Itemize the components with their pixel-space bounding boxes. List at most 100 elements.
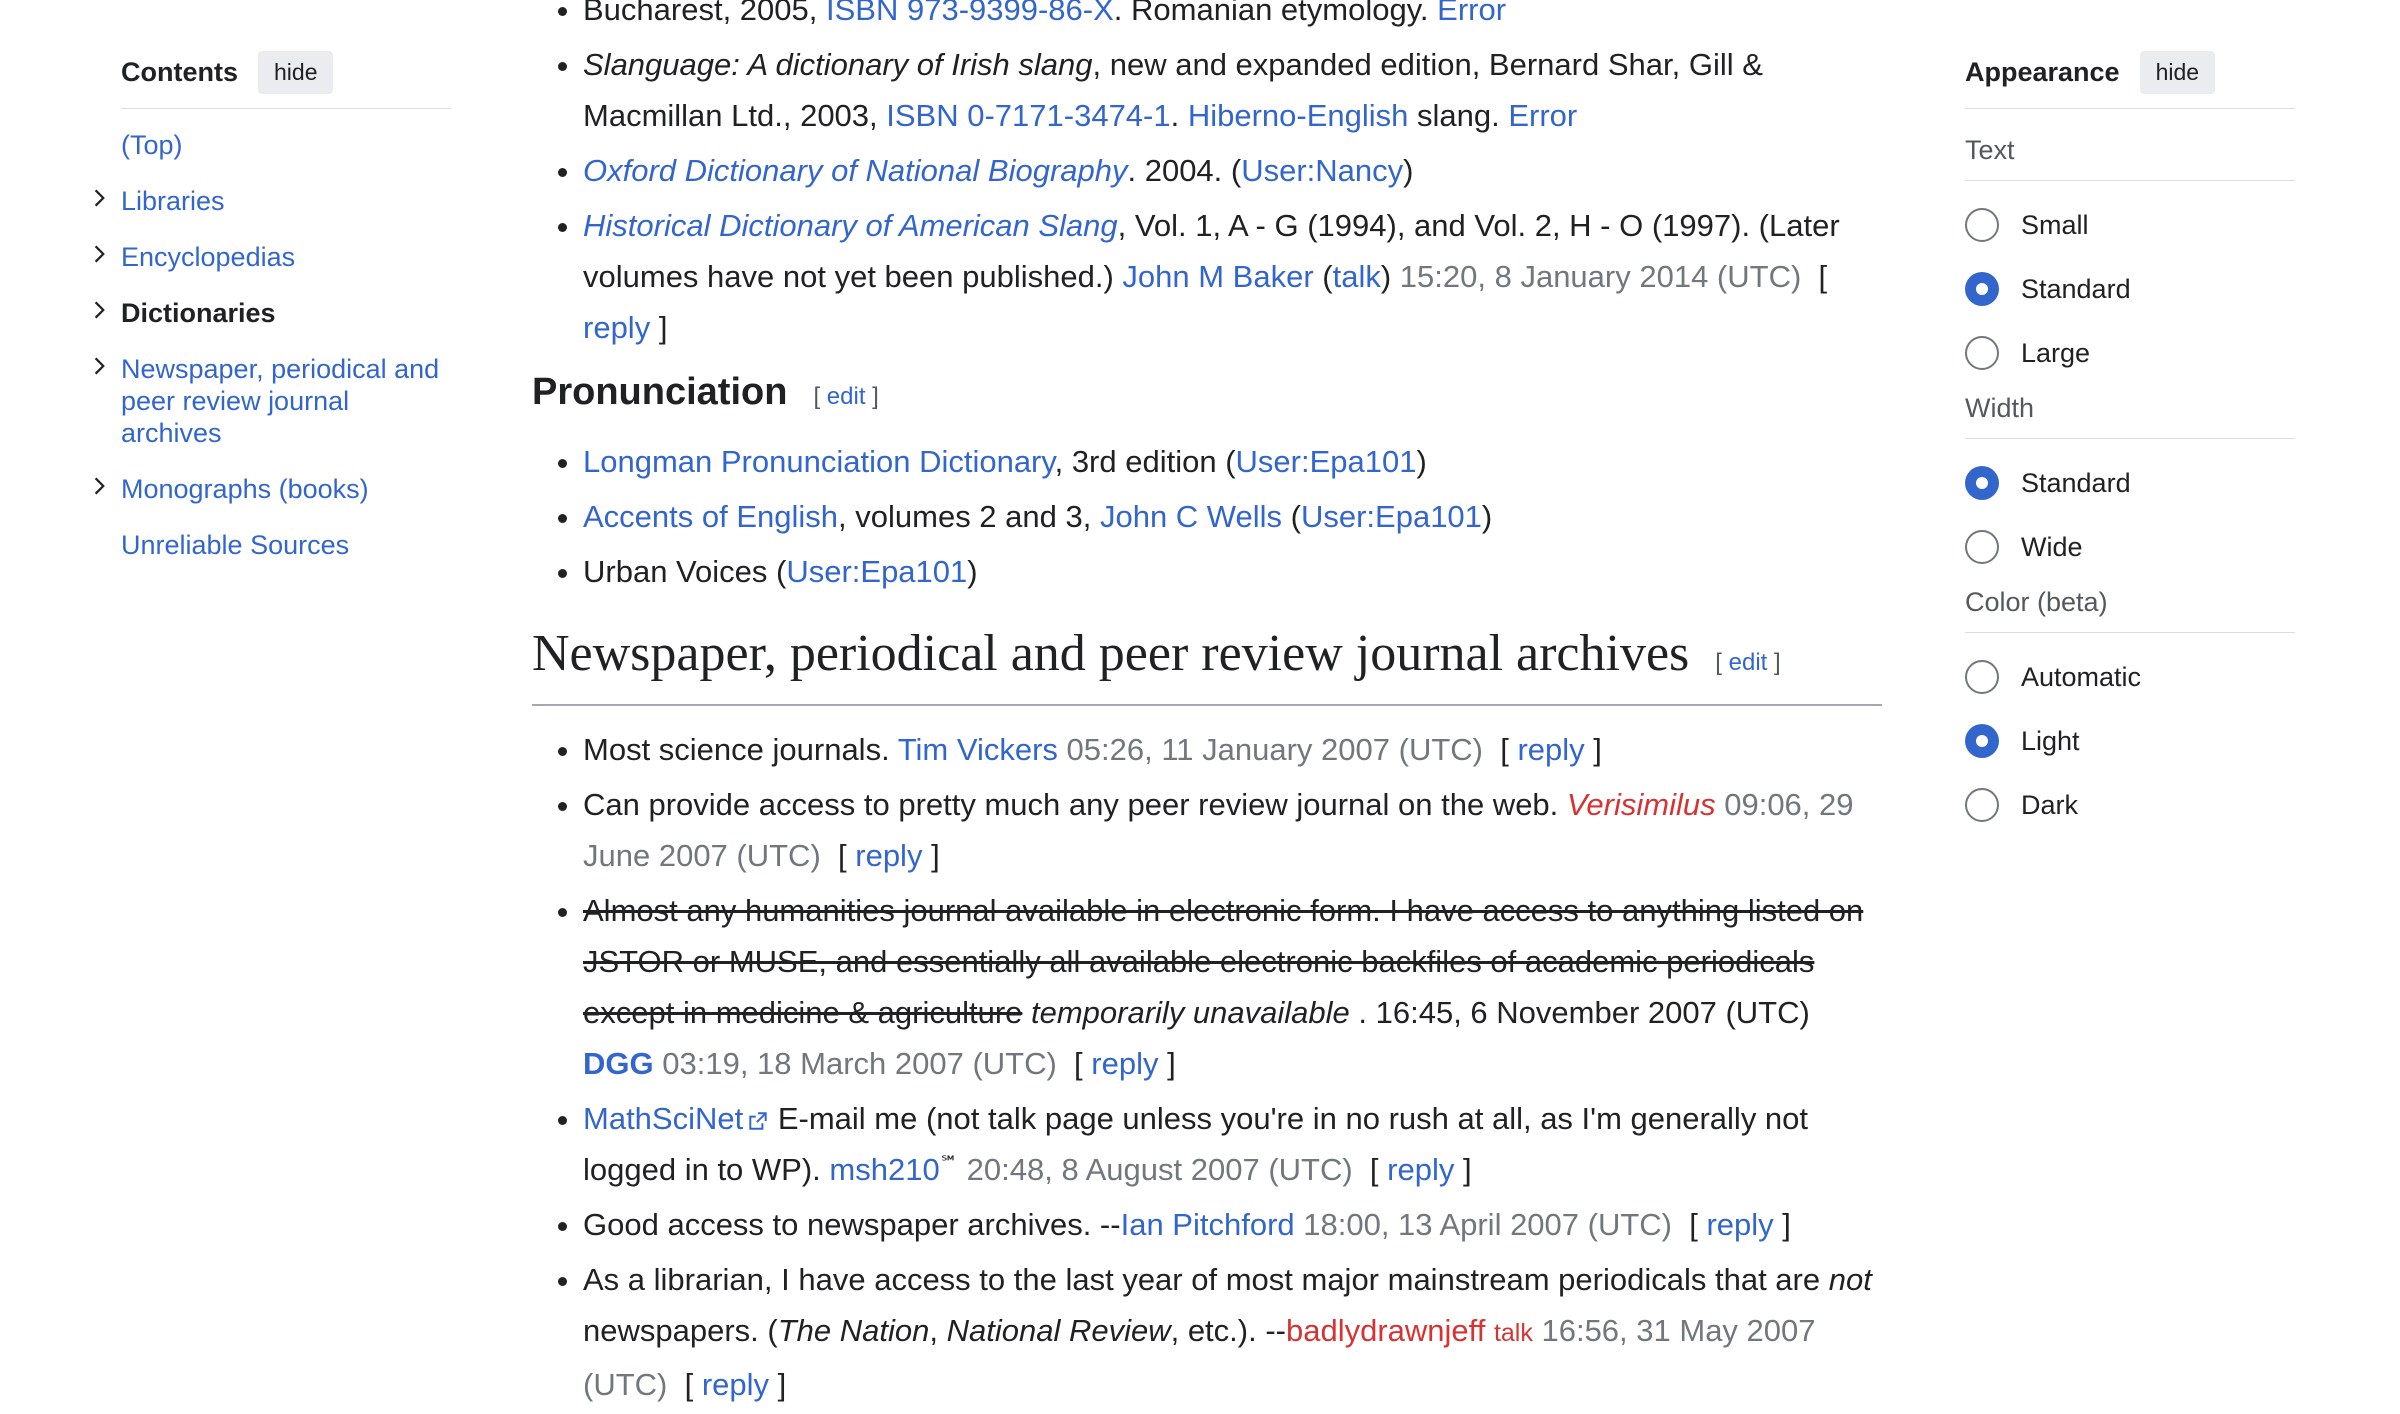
toc-item-label[interactable]: Encyclopedias bbox=[121, 242, 295, 272]
newspaper-list: Most science journals. Tim Vickers 05:26… bbox=[532, 724, 1882, 1410]
author-link[interactable]: John C Wells bbox=[1100, 499, 1282, 534]
toc-title: Contents bbox=[121, 56, 238, 87]
radio-button[interactable] bbox=[1965, 336, 1999, 370]
section-heading-pronunciation: Pronunciation [ edit ] bbox=[532, 367, 1882, 422]
toc-item-label[interactable]: Monographs (books) bbox=[121, 474, 369, 504]
chevron-right-icon[interactable] bbox=[89, 355, 111, 377]
text: ) bbox=[967, 554, 978, 589]
list-item: Historical Dictionary of American Slang,… bbox=[583, 200, 1882, 353]
service-mark: ℠ bbox=[939, 1152, 959, 1173]
reply-button[interactable]: reply bbox=[1091, 1046, 1158, 1081]
user-link[interactable]: Ian Pitchford bbox=[1121, 1207, 1295, 1242]
edit-link[interactable]: edit bbox=[1729, 649, 1768, 676]
pronunciation-list: Longman Pronunciation Dictionary, 3rd ed… bbox=[532, 436, 1882, 597]
radio-option[interactable]: Dark bbox=[1965, 773, 2295, 837]
toc-item-label[interactable]: Unreliable Sources bbox=[121, 530, 349, 560]
toc-hide-button[interactable]: hide bbox=[258, 50, 334, 94]
radio-button[interactable] bbox=[1965, 530, 1999, 564]
user-link[interactable]: John M Baker bbox=[1122, 259, 1313, 294]
toc-item-newspaper[interactable]: Newspaper, periodical and peer review jo… bbox=[94, 353, 451, 449]
user-link[interactable]: User:Epa101 bbox=[1301, 499, 1482, 534]
text: . 16:45, 6 November 2007 (UTC) bbox=[1349, 995, 1810, 1030]
toc-item-label[interactable]: Libraries bbox=[121, 186, 225, 216]
odnb-link[interactable]: Oxford Dictionary of National Biography bbox=[583, 153, 1127, 188]
radio-option[interactable]: Light bbox=[1965, 709, 2295, 773]
timestamp: 20:48, 8 August 2007 (UTC) bbox=[958, 1152, 1353, 1187]
toc-item-top[interactable]: (Top) bbox=[121, 129, 451, 161]
toc-item-monographs[interactable]: Monographs (books) bbox=[94, 473, 451, 505]
italic-text: National Review bbox=[946, 1313, 1171, 1348]
toc-list: (Top) Libraries Encyclopedias Dictionari… bbox=[94, 129, 451, 561]
hdas-link[interactable]: Historical Dictionary of American Slang bbox=[583, 208, 1118, 243]
heading-text: Pronunciation bbox=[532, 371, 788, 413]
italic-text: not bbox=[1828, 1262, 1872, 1297]
user-link[interactable]: Verisimilus bbox=[1567, 787, 1716, 822]
user-link[interactable]: User:Nancy bbox=[1241, 153, 1403, 188]
toc-item-label[interactable]: Dictionaries bbox=[121, 298, 276, 328]
toc-item-encyclopedias[interactable]: Encyclopedias bbox=[94, 241, 451, 273]
toc-item-label[interactable]: (Top) bbox=[121, 130, 183, 160]
user-link[interactable]: Tim Vickers bbox=[898, 732, 1058, 767]
reply-button[interactable]: reply bbox=[1706, 1207, 1773, 1242]
radio-option[interactable]: Small bbox=[1965, 193, 2295, 257]
appearance-hide-button[interactable]: hide bbox=[2139, 50, 2216, 94]
isbn-link[interactable]: ISBN 0-7171-3474-1 bbox=[886, 98, 1170, 133]
user-name[interactable]: Verisimilus bbox=[1567, 787, 1716, 822]
reply-button[interactable]: reply bbox=[702, 1367, 769, 1402]
radio-option[interactable]: Standard bbox=[1965, 257, 2295, 321]
reply-button[interactable]: reply bbox=[855, 838, 922, 873]
radio-button[interactable] bbox=[1965, 788, 1999, 822]
width-group: Standard Wide bbox=[1965, 451, 2295, 579]
italic-text: temporarily unavailable bbox=[1022, 995, 1350, 1030]
chevron-right-icon[interactable] bbox=[89, 187, 111, 209]
radio-button[interactable] bbox=[1965, 466, 1999, 500]
user-link[interactable]: badlydrawnjeff bbox=[1286, 1313, 1485, 1348]
chevron-right-icon[interactable] bbox=[89, 243, 111, 265]
text: Can provide access to pretty much any pe… bbox=[583, 787, 1567, 822]
book-title[interactable]: Oxford Dictionary of National Biography bbox=[583, 153, 1127, 188]
error-link[interactable]: Error bbox=[1508, 98, 1577, 133]
longman-link[interactable]: Longman Pronunciation Dictionary bbox=[583, 444, 1055, 479]
hiberno-english-link[interactable]: Hiberno-English bbox=[1188, 98, 1409, 133]
user-link[interactable]: msh210 bbox=[829, 1152, 939, 1187]
radio-button[interactable] bbox=[1965, 208, 1999, 242]
user-link[interactable]: User:Epa101 bbox=[786, 554, 967, 589]
list-item: Longman Pronunciation Dictionary, 3rd ed… bbox=[583, 436, 1882, 487]
timestamp: 15:20, 8 January 2014 (UTC) bbox=[1399, 259, 1802, 294]
isbn-link[interactable]: ISBN 973-9399-86-X bbox=[826, 0, 1114, 27]
radio-button[interactable] bbox=[1965, 724, 1999, 758]
text: ) bbox=[1403, 153, 1414, 188]
chevron-right-icon[interactable] bbox=[89, 299, 111, 321]
radio-option[interactable]: Large bbox=[1965, 321, 2295, 385]
book-title[interactable]: Historical Dictionary of American Slang bbox=[583, 208, 1118, 243]
reply-button[interactable]: reply bbox=[1387, 1152, 1454, 1187]
radio-option[interactable]: Automatic bbox=[1965, 645, 2295, 709]
toc-item-unreliable-sources[interactable]: Unreliable Sources bbox=[121, 529, 451, 561]
error-link[interactable]: Error bbox=[1437, 0, 1506, 27]
user-link[interactable]: User:Epa101 bbox=[1236, 444, 1417, 479]
radio-option[interactable]: Standard bbox=[1965, 451, 2295, 515]
radio-option[interactable]: Wide bbox=[1965, 515, 2295, 579]
toc-header: Contents hide bbox=[121, 48, 451, 109]
radio-label: Small bbox=[2021, 209, 2089, 240]
reply-button[interactable]: reply bbox=[1517, 732, 1584, 767]
user-name[interactable]: DGG bbox=[583, 1046, 654, 1081]
reply-button[interactable]: reply bbox=[583, 310, 650, 345]
book-title: Slanguage: A dictionary of Irish slang bbox=[583, 47, 1093, 82]
talk-link[interactable]: talk bbox=[1333, 259, 1381, 294]
mathscinet-link[interactable]: MathSciNet bbox=[583, 1101, 743, 1136]
toc-item-dictionaries[interactable]: Dictionaries bbox=[94, 297, 451, 329]
text: newspapers. ( bbox=[583, 1313, 778, 1348]
list-item: Oxford Dictionary of National Biography.… bbox=[583, 145, 1882, 196]
toc-item-libraries[interactable]: Libraries bbox=[94, 185, 451, 217]
talk-link[interactable]: talk bbox=[1494, 1319, 1533, 1347]
toc-item-label[interactable]: Newspaper, periodical and peer review jo… bbox=[121, 354, 439, 448]
timestamp: 03:19, 18 March 2007 (UTC) bbox=[653, 1046, 1057, 1081]
radio-button[interactable] bbox=[1965, 272, 1999, 306]
chevron-right-icon[interactable] bbox=[89, 475, 111, 497]
accents-link[interactable]: Accents of English bbox=[583, 499, 838, 534]
edit-link[interactable]: edit bbox=[827, 383, 866, 410]
text-size-group: Small Standard Large bbox=[1965, 193, 2295, 385]
radio-button[interactable] bbox=[1965, 660, 1999, 694]
user-link[interactable]: DGG bbox=[583, 1046, 654, 1081]
